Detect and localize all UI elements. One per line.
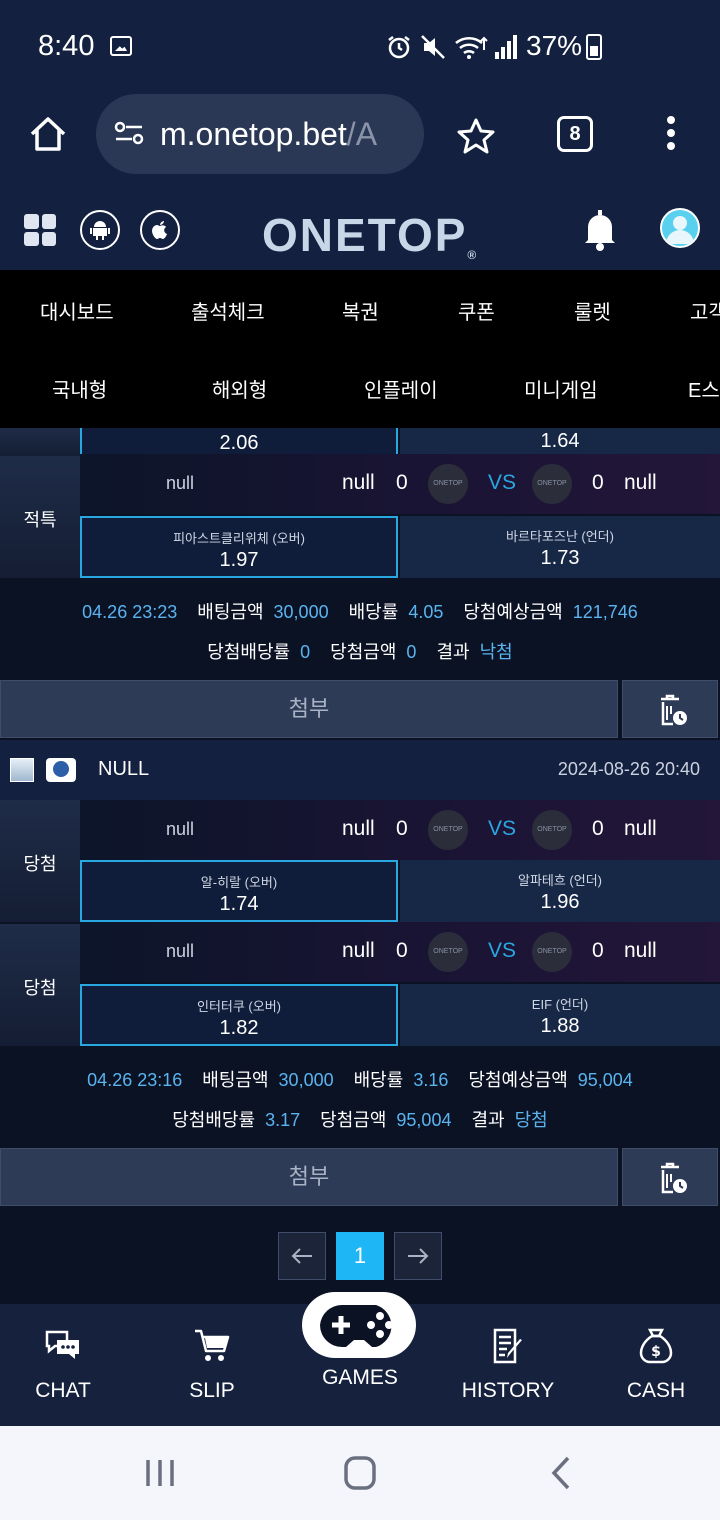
ticket-datetime: 2024-08-26 20:40 — [557, 759, 700, 779]
match-row: null null 0 ONETOP VS ONETOP 0 null — [80, 922, 720, 982]
globe-icon — [46, 758, 76, 782]
wifi-icon — [455, 36, 488, 59]
team-logo: ONETOP — [428, 464, 468, 504]
user-profile-icon[interactable] — [660, 208, 700, 248]
attach-button[interactable]: 첨부 — [0, 1148, 618, 1206]
bet-status-cell: 당첨 — [0, 924, 80, 1046]
bet-option-left[interactable]: 2.06 — [80, 428, 398, 456]
site-header: ONETOP® — [0, 188, 720, 270]
ticket-title: NULL — [98, 758, 150, 780]
bet-status: 당첨 — [23, 854, 57, 874]
menu-dashboard[interactable]: 대시보드 — [40, 296, 114, 325]
trash-clock-icon — [661, 694, 687, 726]
bet-option-right[interactable]: 알파테흐 (언더) 1.96 — [400, 860, 720, 922]
menu-roulette[interactable]: 룰렛 — [574, 296, 611, 325]
bet-option-left[interactable]: 알-히랄 (오버) 1.74 — [80, 860, 398, 922]
bet-status: 적특 — [23, 510, 57, 530]
browser-menu-icon[interactable] — [664, 116, 678, 156]
status-bar: 8:40 37% — [0, 0, 720, 92]
team-logo: ONETOP — [428, 932, 468, 972]
sport-menu: 국내형 해외형 인플레이 미니게임 E스포 — [0, 348, 720, 428]
page-button-current[interactable]: 1 — [336, 1232, 384, 1280]
svg-text:$: $ — [651, 1344, 661, 1360]
ticket-actions: 첨부 — [0, 1148, 720, 1208]
nav-history[interactable]: HISTORY — [438, 1326, 578, 1403]
nav-chat[interactable]: CHAT — [0, 1326, 133, 1403]
android-icon[interactable] — [80, 210, 120, 250]
signal-icon — [495, 35, 517, 59]
chat-icon — [45, 1330, 79, 1359]
menu-domestic[interactable]: 국내형 — [52, 374, 107, 403]
nav-cash[interactable]: $ CASH — [586, 1326, 720, 1403]
match-row: null null 0 ONETOP VS ONETOP 0 null — [80, 800, 720, 860]
league-thumbnail-icon — [10, 758, 34, 782]
menu-inplay[interactable]: 인플레이 — [364, 374, 438, 403]
team-logo: ONETOP — [428, 810, 468, 850]
arrow-right-icon — [408, 1248, 429, 1264]
notification-bell-icon[interactable] — [580, 208, 620, 252]
bet-result: 낙첨 — [479, 642, 513, 662]
system-navigation-bar — [0, 1426, 720, 1520]
menu-lottery[interactable]: 복권 — [342, 296, 379, 325]
site-logo[interactable]: ONETOP® — [262, 208, 478, 262]
team-logo: ONETOP — [532, 464, 572, 504]
image-notification-icon — [110, 36, 132, 56]
battery-percent: 37% — [526, 30, 583, 61]
status-time: 8:40 — [38, 30, 95, 62]
bet-status-cell: 적특 — [0, 456, 80, 578]
attach-button[interactable]: 첨부 — [0, 680, 618, 738]
team-logo: ONETOP — [532, 810, 572, 850]
tab-switcher-button[interactable]: 8 — [557, 116, 593, 152]
url-text: m.onetop.bet/A — [160, 116, 378, 152]
apple-icon[interactable] — [140, 210, 180, 250]
home-icon[interactable] — [28, 114, 68, 154]
bet-option-right[interactable]: 1.64 — [400, 428, 720, 456]
arrow-left-icon — [291, 1248, 312, 1264]
back-button-icon[interactable] — [544, 1454, 580, 1492]
recent-apps-icon[interactable] — [140, 1456, 180, 1490]
history-document-icon — [493, 1328, 522, 1364]
bookmark-star-icon[interactable] — [456, 116, 496, 156]
bet-status: 당첨 — [23, 978, 57, 998]
home-button-icon[interactable] — [340, 1454, 380, 1492]
bet-option-right[interactable]: 바르타포즈난 (언더) 1.73 — [400, 516, 720, 578]
pagination: 1 — [0, 1208, 720, 1304]
prev-page-button[interactable] — [278, 1232, 326, 1280]
match-row: null null 0 ONETOP VS ONETOP 0 null — [80, 454, 720, 514]
menu-overseas[interactable]: 해외형 — [212, 374, 267, 403]
browser-toolbar: m.onetop.bet/A 8 — [0, 92, 720, 188]
bottom-navigation: CHAT SLIP GAMES HISTORY $ CASH — [0, 1292, 720, 1426]
team-logo: ONETOP — [532, 932, 572, 972]
bet-option-left[interactable]: 피아스트클리위체 (오버) 1.97 — [80, 516, 398, 578]
nav-slip[interactable]: SLIP — [142, 1326, 282, 1403]
bet-summary: 04.26 23:23 배팅금액 30,000 배당률 4.05 당첨예상금액 … — [0, 578, 720, 680]
delete-button[interactable] — [622, 680, 718, 738]
ticket-actions: 첨부 — [0, 680, 720, 740]
site-settings-icon[interactable] — [114, 120, 144, 146]
trash-clock-icon — [661, 1162, 687, 1194]
bet-result: 당첨 — [514, 1110, 548, 1130]
next-page-button[interactable] — [394, 1232, 442, 1280]
ticket-header: NULL 2024-08-26 20:40 — [0, 740, 720, 800]
bet-option-left[interactable]: 인터터쿠 (오버) 1.82 — [80, 984, 398, 1046]
address-bar[interactable]: m.onetop.bet/A — [96, 94, 424, 174]
bet-history-list: 2.06 1.64 적특 null null 0 ONETOP VS ONETO… — [0, 428, 720, 1304]
money-bag-icon: $ — [639, 1328, 673, 1364]
alarm-icon — [388, 36, 410, 59]
menu-customer[interactable]: 고객 — [690, 296, 720, 325]
bet-status-cell: 당첨 — [0, 800, 80, 922]
gamepad-icon — [302, 1292, 416, 1358]
mute-icon — [421, 35, 445, 59]
bet-summary: 04.26 23:16 배팅금액 30,000 배당률 3.16 당첨예상금액 … — [0, 1046, 720, 1148]
menu-coupon[interactable]: 쿠폰 — [458, 296, 495, 325]
cart-icon — [195, 1329, 230, 1361]
bet-option-right[interactable]: EIF (언더) 1.88 — [400, 984, 720, 1046]
main-menu: 대시보드 출석체크 복권 쿠폰 룰렛 고객 — [0, 270, 720, 348]
menu-esports[interactable]: E스포 — [688, 374, 720, 403]
battery-icon — [586, 34, 602, 60]
delete-button[interactable] — [622, 1148, 718, 1206]
menu-attendance[interactable]: 출석체크 — [191, 296, 265, 325]
menu-minigame[interactable]: 미니게임 — [524, 374, 598, 403]
grid-menu-icon[interactable] — [24, 214, 56, 246]
